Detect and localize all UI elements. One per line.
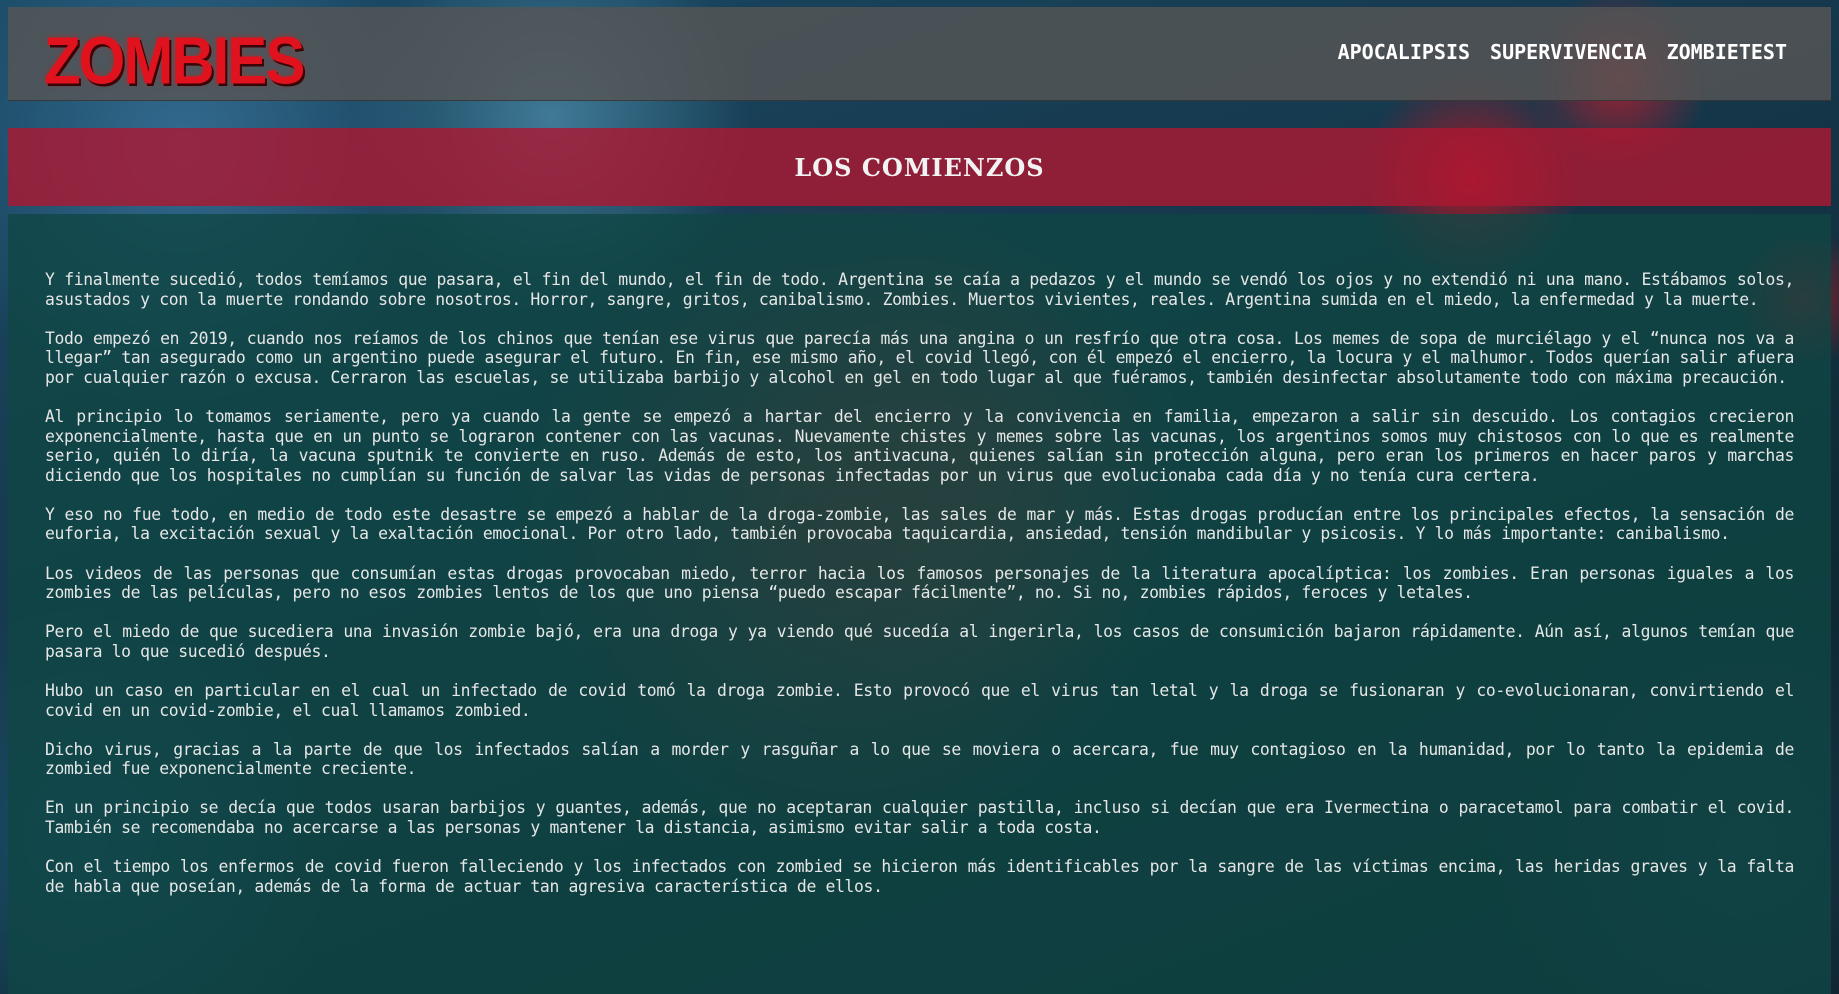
site-logo[interactable]: ZOMBIES xyxy=(44,21,305,99)
story-paragraph: Dicho virus, gracias a la parte de que l… xyxy=(45,739,1794,779)
story-content: Y finalmente sucedió, todos temíamos que… xyxy=(8,214,1831,994)
nav-link-zombietest[interactable]: ZOMBIETEST xyxy=(1667,40,1787,64)
story-paragraph: Pero el miedo de que sucediera una invas… xyxy=(45,622,1794,661)
story-paragraph: Los videos de las personas que consumían… xyxy=(45,563,1794,603)
page-title: LOS COMIENZOS xyxy=(794,152,1045,182)
story-paragraph: En un principio se decía que todos usara… xyxy=(45,798,1794,837)
story-paragraph: Con el tiempo los enfermos de covid fuer… xyxy=(45,856,1794,896)
story-paragraph: Y finalmente sucedió, todos temíamos que… xyxy=(45,270,1794,309)
story-paragraph: Y eso no fue todo, en medio de todo este… xyxy=(45,504,1794,544)
story-paragraph: Al principio lo tomamos seriamente, pero… xyxy=(45,406,1794,485)
top-navbar: ZOMBIES APOCALIPSIS SUPERVIVENCIA ZOMBIE… xyxy=(8,7,1831,101)
nav-link-apocalipsis[interactable]: APOCALIPSIS xyxy=(1338,40,1470,64)
section-banner: LOS COMIENZOS xyxy=(8,128,1831,206)
story-paragraph: Hubo un caso en particular en el cual un… xyxy=(45,680,1794,720)
nav-link-supervivencia[interactable]: SUPERVIVENCIA xyxy=(1490,40,1647,64)
story-paragraph: Todo empezó en 2019, cuando nos reíamos … xyxy=(45,328,1794,387)
main-nav: APOCALIPSIS SUPERVIVENCIA ZOMBIETEST xyxy=(1338,40,1787,64)
